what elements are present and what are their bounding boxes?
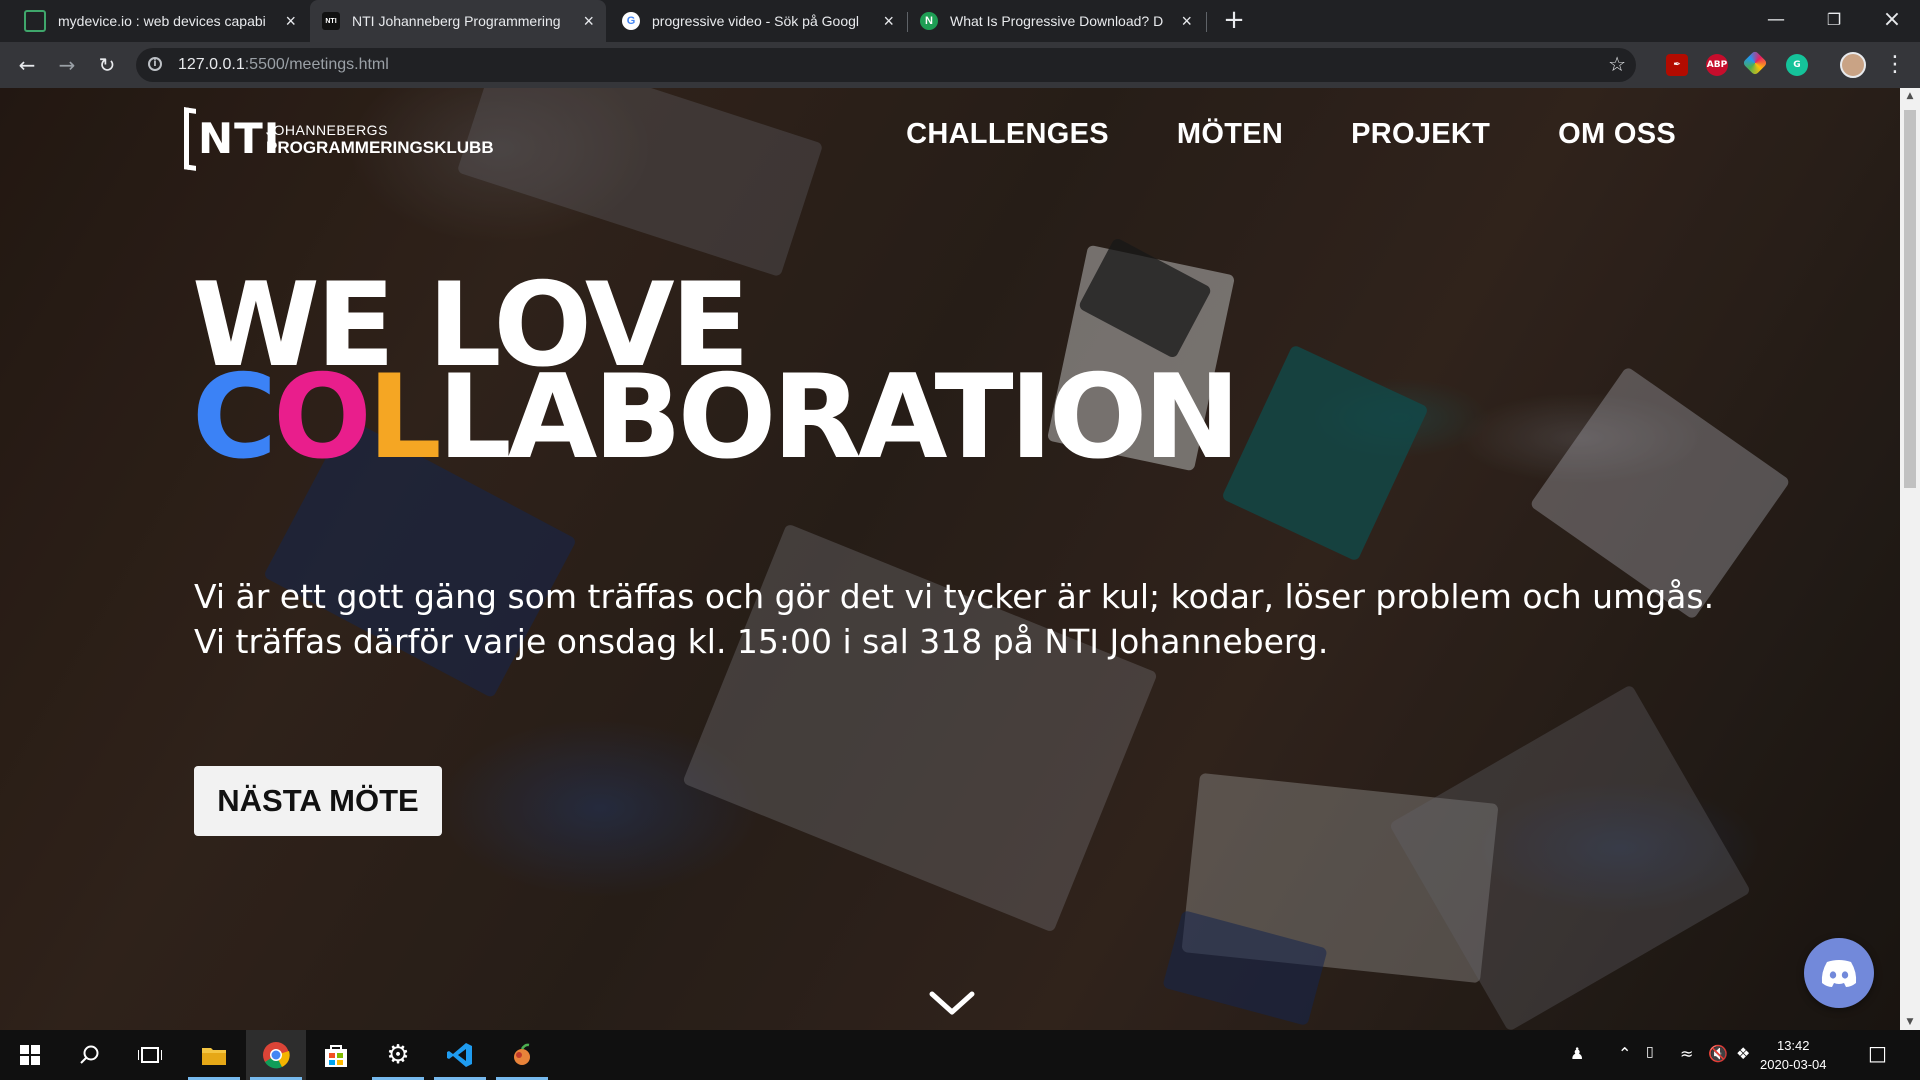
close-icon[interactable]: × xyxy=(285,12,296,30)
logo-text: JOHANNEBERGS PROGRAMMERINGSKLUBB xyxy=(266,121,494,157)
vscode-icon[interactable] xyxy=(430,1030,490,1080)
back-button[interactable]: ← xyxy=(12,50,42,80)
battery-icon[interactable]: ▯ xyxy=(1646,1044,1654,1060)
tab-separator xyxy=(1206,12,1207,32)
chevron-up-icon[interactable]: ⌃ xyxy=(1618,1044,1631,1063)
discord-icon xyxy=(1821,960,1857,987)
chrome-icon[interactable] xyxy=(246,1030,306,1080)
tab-nti[interactable]: NTI NTI Johanneberg Programmering × xyxy=(310,0,606,42)
page-scrollbar[interactable]: ▲ ▼ xyxy=(1900,88,1920,1030)
close-window-button[interactable]: × xyxy=(1864,0,1920,42)
n-icon: N xyxy=(920,12,938,30)
next-meeting-button[interactable]: NÄSTA MÖTE xyxy=(194,766,442,836)
minimize-button[interactable]: — xyxy=(1748,0,1804,42)
adblock-plus-icon[interactable]: ABP xyxy=(1706,54,1728,76)
close-icon[interactable]: × xyxy=(1181,12,1192,30)
tab-title: NTI Johanneberg Programmering xyxy=(352,13,561,29)
mydevice-icon xyxy=(24,10,46,32)
address-bar[interactable]: i 127.0.0.1:5500/meetings.html ☆ xyxy=(136,48,1636,82)
tab-progressive-download[interactable]: N What Is Progressive Download? D × xyxy=(908,0,1204,42)
volume-muted-icon[interactable]: 🔇 xyxy=(1708,1044,1728,1063)
discord-button[interactable] xyxy=(1804,938,1874,1008)
site-logo[interactable]: NTI JOHANNEBERGS PROGRAMMERINGSKLUBB xyxy=(184,104,494,174)
grammarly-icon[interactable]: G xyxy=(1786,54,1808,76)
nav-item-moten[interactable]: MÖTEN xyxy=(1177,118,1283,151)
tab-title: mydevice.io : web devices capabi xyxy=(58,13,266,29)
wifi-icon[interactable]: ≈ xyxy=(1680,1044,1693,1063)
hero-letter-blue: C xyxy=(192,350,277,485)
scrollbar-thumb[interactable] xyxy=(1904,110,1916,488)
tab-title: progressive video - Sök på Googl xyxy=(652,13,859,29)
url-text[interactable]: 127.0.0.1:5500/meetings.html xyxy=(178,56,389,74)
search-icon[interactable] xyxy=(60,1030,120,1080)
tab-mydevice[interactable]: mydevice.io : web devices capabi × xyxy=(12,0,308,42)
forward-button[interactable]: → xyxy=(52,50,82,80)
settings-icon[interactable]: ⚙ xyxy=(368,1030,428,1080)
clock-time: 13:42 xyxy=(1776,1038,1810,1053)
url-path: :5500/meetings.html xyxy=(244,56,389,73)
url-host: 127.0.0.1 xyxy=(178,56,245,73)
app-icon[interactable] xyxy=(492,1030,552,1080)
logo-line-2: PROGRAMMERINGSKLUBB xyxy=(266,138,494,157)
main-nav: CHALLENGES MÖTEN PROJEKT OM OSS xyxy=(906,118,1676,151)
nti-logo-mark: NTI xyxy=(184,104,279,174)
close-icon[interactable]: × xyxy=(883,12,894,30)
nav-item-om-oss[interactable]: OM OSS xyxy=(1558,118,1676,151)
color-extension-icon[interactable] xyxy=(1742,50,1768,76)
hero-title-rest: LABORATION xyxy=(437,350,1241,485)
profile-avatar[interactable] xyxy=(1840,52,1866,78)
clock-date: 2020-03-04 xyxy=(1760,1057,1827,1072)
nti-icon: NTI xyxy=(322,12,340,30)
pdf-extension-icon[interactable]: ✒ xyxy=(1666,54,1688,76)
browser-toolbar: ← → ↻ i 127.0.0.1:5500/meetings.html ☆ ✒… xyxy=(0,42,1920,88)
nav-item-challenges[interactable]: CHALLENGES xyxy=(906,118,1109,151)
windows-taskbar: ⚙ ♟ ⌃ ▯ ≈ 🔇 ❖ 13:42 2020-03-04 □ xyxy=(0,1030,1920,1080)
hero-description: Vi är ett gott gäng som träffas och gör … xyxy=(194,577,1715,661)
google-icon: G xyxy=(622,12,640,30)
browser-tab-strip: mydevice.io : web devices capabi × NTI N… xyxy=(0,0,1920,42)
bookmark-star-icon[interactable]: ☆ xyxy=(1608,52,1626,76)
nav-item-projekt[interactable]: PROJEKT xyxy=(1351,118,1490,151)
task-view-icon[interactable] xyxy=(120,1030,180,1080)
reload-button[interactable]: ↻ xyxy=(92,50,122,80)
dropbox-icon[interactable]: ❖ xyxy=(1736,1044,1750,1063)
tab-google[interactable]: G progressive video - Sök på Googl × xyxy=(610,0,906,42)
people-icon[interactable]: ♟ xyxy=(1570,1044,1584,1063)
scroll-up-arrow-icon[interactable]: ▲ xyxy=(1900,88,1920,104)
action-center-icon[interactable]: □ xyxy=(1868,1041,1887,1065)
store-icon[interactable] xyxy=(306,1030,366,1080)
logo-bracket-shape xyxy=(184,107,196,171)
hero-title-line-2: COLLABORATION xyxy=(192,360,1240,476)
info-icon[interactable]: i xyxy=(148,57,162,71)
scroll-down-arrow-icon[interactable]: ▼ xyxy=(1900,1014,1920,1030)
page-viewport: NTI JOHANNEBERGS PROGRAMMERINGSKLUBB CHA… xyxy=(0,88,1900,1030)
restore-button[interactable]: ❐ xyxy=(1806,0,1862,42)
chrome-menu-icon[interactable]: ⋮ xyxy=(1880,50,1910,80)
hero-title: WE LOVE COLLABORATION xyxy=(192,268,1240,476)
close-icon[interactable]: × xyxy=(583,12,594,30)
windows-start-icon[interactable] xyxy=(0,1030,60,1080)
logo-line-1: JOHANNEBERGS xyxy=(266,122,388,138)
new-tab-button[interactable]: + xyxy=(1220,6,1248,34)
laptop-image-shape xyxy=(456,88,824,278)
tab-title: What Is Progressive Download? D xyxy=(950,13,1164,29)
file-explorer-icon[interactable] xyxy=(184,1030,244,1080)
hero-letter-pink: O xyxy=(273,350,372,485)
hero-letter-orange: L xyxy=(367,350,442,485)
logo-mark-text: NTI xyxy=(198,114,281,163)
chevron-down-icon[interactable] xyxy=(928,988,976,1018)
system-clock[interactable]: 13:42 2020-03-04 xyxy=(1760,1036,1827,1074)
book-image-shape xyxy=(1221,344,1429,562)
